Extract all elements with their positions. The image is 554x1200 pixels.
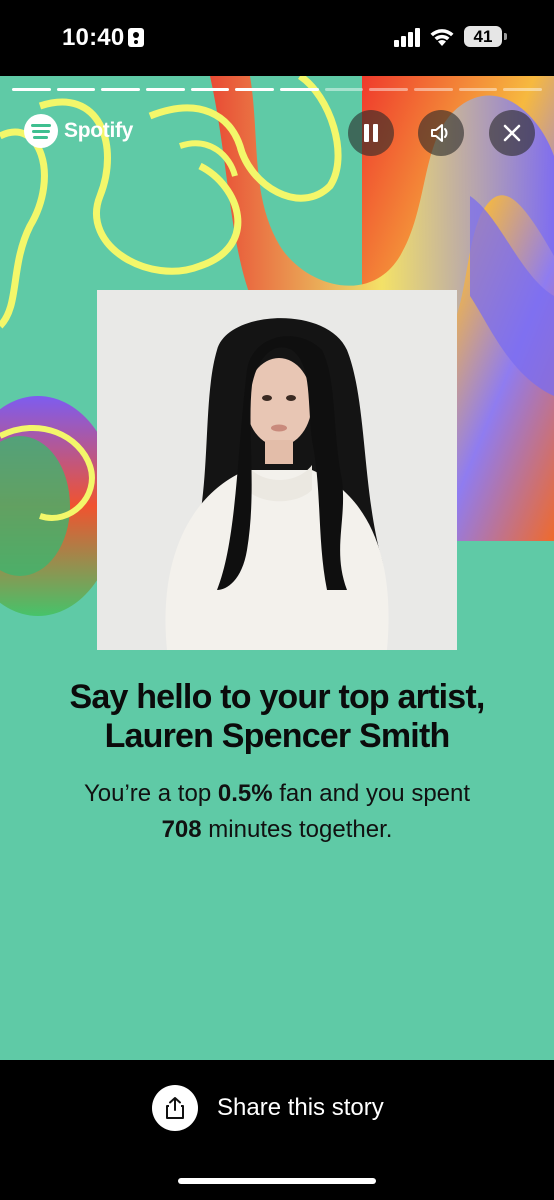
story-headline: Say hello to your top artist, Lauren Spe… <box>0 678 554 756</box>
progress-segment <box>56 88 96 91</box>
fan-rank-line: You’re a top 0.5% fan and you spent <box>0 776 554 812</box>
progress-segment <box>369 88 409 91</box>
minutes-suffix: minutes together. <box>201 816 393 843</box>
brand-name: Spotify <box>64 119 134 142</box>
headline-line-1: Say hello to your top artist, <box>69 678 485 716</box>
progress-segment <box>458 88 498 91</box>
minutes-value: 708 <box>161 816 202 843</box>
story-card[interactable]: Spotify Say hello to your top artist, La… <box>0 76 554 1060</box>
share-story-button[interactable]: Share this story <box>152 1084 402 1132</box>
progress-segment <box>12 88 51 91</box>
home-indicator[interactable] <box>178 1178 376 1184</box>
cellular-signal-icon <box>394 27 422 47</box>
wifi-icon <box>430 29 454 46</box>
speaker-icon <box>431 124 448 142</box>
headline-artist-name: Lauren Spencer Smith <box>104 717 451 755</box>
progress-segment <box>503 88 543 91</box>
progress-segment <box>324 88 364 91</box>
share-icon-circle[interactable] <box>152 1085 198 1131</box>
pause-icon <box>364 124 378 142</box>
sound-toggle-button[interactable] <box>418 110 464 156</box>
fan-prefix: You’re a top <box>83 780 218 807</box>
spotify-icon <box>24 114 58 148</box>
progress-segment <box>280 88 319 91</box>
progress-segment <box>235 88 275 91</box>
share-label[interactable]: Share this story <box>217 1094 384 1122</box>
share-icon <box>166 1097 184 1119</box>
fan-percent: 0.5% <box>217 780 273 807</box>
progress-segment <box>101 88 141 91</box>
contact-card-icon <box>128 28 144 47</box>
artist-portrait-image <box>97 290 457 650</box>
fan-suffix: fan and you spent <box>272 780 471 807</box>
spotify-logo: Spotify <box>24 114 133 148</box>
close-icon <box>503 124 521 142</box>
story-stats: You’re a top 0.5% fan and you spent 708 … <box>0 776 554 848</box>
artist-photo <box>97 290 457 650</box>
minutes-line: 708 minutes together. <box>0 812 554 848</box>
progress-segment <box>414 88 453 91</box>
status-bar: 10:40 41 <box>0 0 554 76</box>
progress-segment <box>190 88 230 91</box>
progress-segment <box>146 88 185 91</box>
clock: 10:40 <box>62 24 125 51</box>
story-progress-bar <box>12 88 543 92</box>
bottom-bar: Share this story <box>0 1060 554 1200</box>
battery-indicator: 41 <box>464 26 507 47</box>
close-button[interactable] <box>489 110 535 156</box>
pause-button[interactable] <box>348 110 394 156</box>
